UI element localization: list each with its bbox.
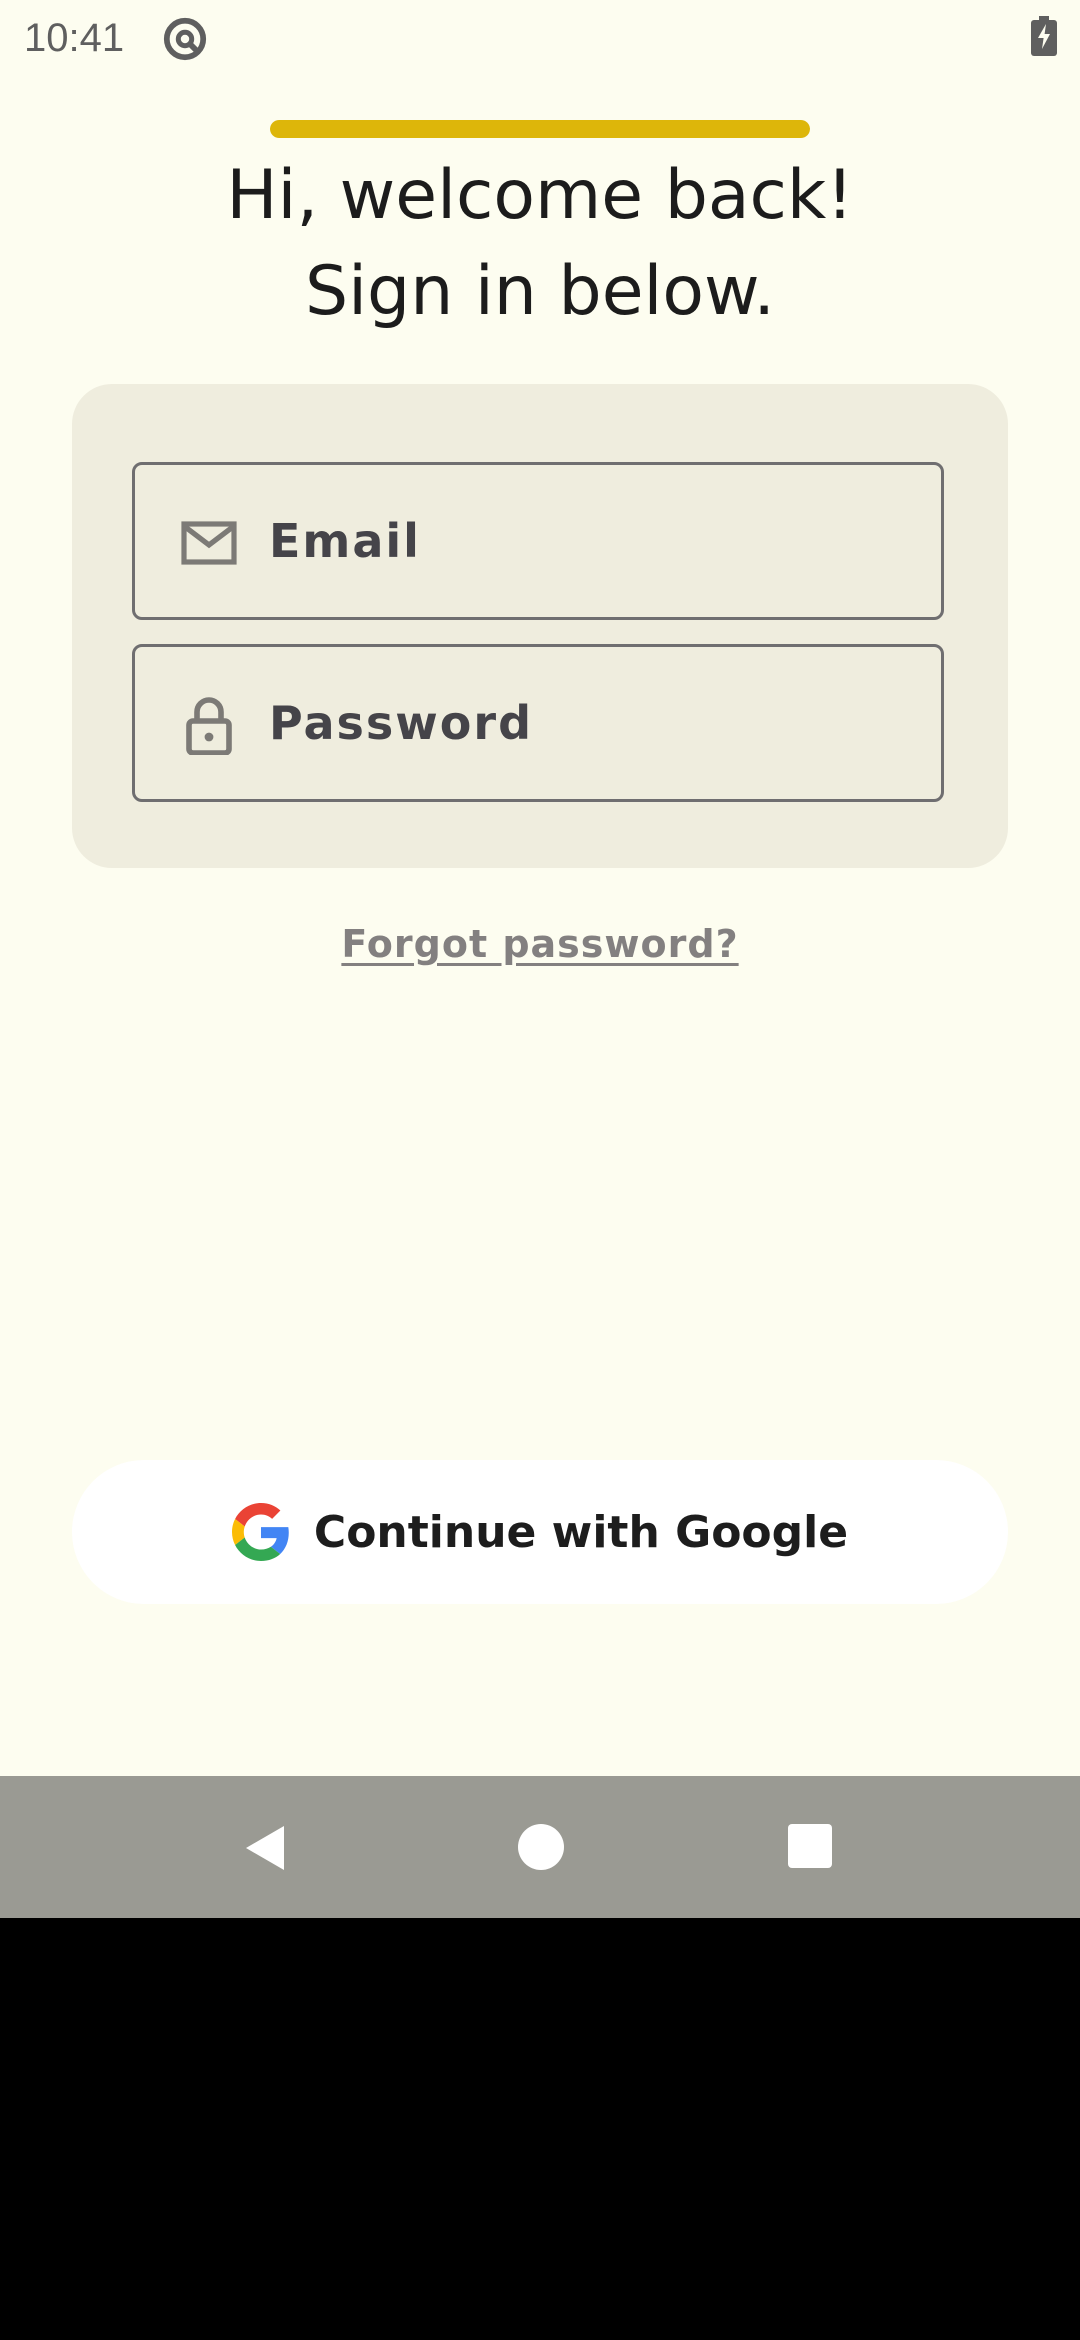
forgot-password-link[interactable]: Forgot password?	[341, 922, 738, 966]
at-sign-icon	[163, 17, 207, 61]
mail-icon	[181, 521, 237, 565]
home-icon[interactable]	[518, 1824, 564, 1870]
email-placeholder: Email	[269, 514, 421, 568]
google-logo-icon	[231, 1503, 289, 1561]
continue-with-google-button[interactable]: Continue with Google	[72, 1460, 1008, 1604]
password-field[interactable]: Password	[132, 644, 944, 802]
lock-icon	[186, 697, 232, 755]
email-field[interactable]: Email	[132, 462, 944, 620]
google-button-label: Continue with Google	[313, 1506, 849, 1558]
status-time: 10:41	[24, 16, 125, 60]
title-line-2: Sign in below.	[304, 252, 776, 331]
recents-icon[interactable]	[788, 1824, 832, 1868]
battery-charging-icon	[1031, 16, 1057, 56]
password-placeholder: Password	[269, 696, 533, 750]
sign-in-card: Email Password	[72, 384, 1008, 868]
system-nav-bar	[0, 1776, 1080, 1918]
progress-fill	[270, 120, 810, 138]
sign-in-screen: 10:41 Hi, welcome back! Sign in below. E…	[0, 0, 1080, 1776]
onboarding-progress-bar	[270, 120, 810, 138]
page-title: Hi, welcome back! Sign in below.	[0, 148, 1080, 340]
title-line-1: Hi, welcome back!	[226, 156, 854, 235]
forgot-password-row: Forgot password?	[0, 922, 1080, 966]
back-icon[interactable]	[240, 1822, 292, 1874]
